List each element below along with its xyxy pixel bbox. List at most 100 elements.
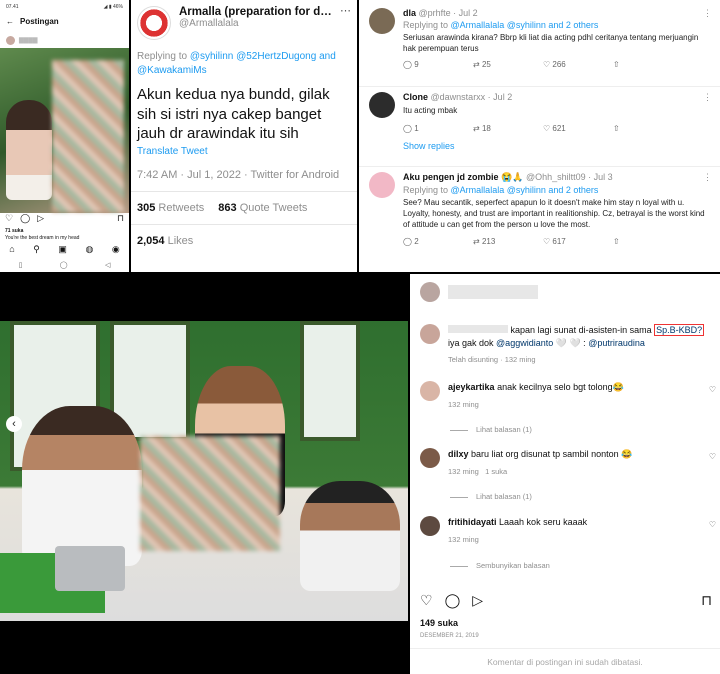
reply-icon: ◯ — [403, 124, 412, 133]
likes-label: Likes — [167, 234, 194, 247]
bookmark-icon[interactable]: ⊓ — [701, 592, 712, 609]
comment-icon[interactable]: ◯ — [445, 592, 461, 609]
retweet-button[interactable]: ⇄ 18 — [473, 124, 543, 133]
divider — [410, 648, 720, 649]
share-icon[interactable]: ▷ — [37, 214, 44, 223]
reply-button[interactable]: ◯ 9 — [403, 60, 473, 69]
avatar[interactable] — [137, 6, 171, 40]
mention-link[interactable]: @aggwidianto — [496, 338, 553, 348]
likes-stat[interactable]: 2,054 Likes — [137, 235, 351, 247]
like-button[interactable]: ♡ 617 — [543, 237, 613, 246]
avatar[interactable] — [369, 172, 395, 198]
replying-mentions[interactable]: @Armallalala @syhilinn and 2 others — [451, 185, 599, 195]
page-title: Postingan — [20, 17, 59, 26]
hashtag[interactable]: Sp.B-KBD? — [654, 324, 705, 336]
reply-tweet[interactable]: Clone @dawnstarxx · Jul 2 ⋮ Itu acting mb… — [369, 92, 712, 151]
like-comment-icon[interactable]: ♡ — [709, 385, 716, 394]
quotes-stat[interactable]: 863 Quote Tweets — [218, 202, 307, 214]
translate-link[interactable]: Translate Tweet — [137, 146, 351, 157]
like-icon[interactable]: ♡ — [420, 592, 433, 609]
prev-icon[interactable]: ‹ — [6, 416, 22, 432]
post-author[interactable] — [420, 282, 538, 302]
user-handle: @dawnstarxx · Jul 2 — [430, 92, 513, 102]
caption-text: kapan lagi sunat di-asisten-in sama Sp.B… — [448, 324, 705, 349]
tweet-meta: 7:42 AM · Jul 1, 2022 · Twitter for Andr… — [137, 168, 340, 181]
likes-count[interactable]: 149 suka — [420, 618, 458, 628]
avatar[interactable] — [369, 8, 395, 34]
divider — [131, 223, 357, 225]
likes-count: 71 suka — [5, 228, 24, 234]
profile-icon[interactable]: ◉ — [112, 244, 120, 255]
shop-icon[interactable]: ◍ — [85, 244, 93, 255]
view-replies-link[interactable]: Lihat balasan (1) — [450, 492, 532, 501]
more-options-icon[interactable]: ⋯ — [340, 6, 351, 40]
retweet-icon: ⇄ — [473, 236, 480, 246]
display-name[interactable]: Armalla (preparation for d… — [179, 6, 332, 18]
back-arrow-icon[interactable]: ← — [6, 17, 14, 26]
retweet-button[interactable]: ⇄ 25 — [473, 60, 543, 69]
reels-icon[interactable]: ▣ — [58, 244, 67, 255]
comment: dilxy baru liat org disunat tp sambil no… — [420, 448, 714, 476]
more-options-icon[interactable]: ⋮ — [703, 8, 712, 19]
comments-disabled-notice: Komentar di postingan ini sudah dibatasi… — [487, 657, 643, 667]
display-name[interactable]: Clone — [403, 92, 428, 102]
reply-button[interactable]: ◯ 2 — [403, 237, 473, 246]
view-replies-link[interactable]: Lihat balasan (1) — [450, 425, 532, 434]
display-name[interactable]: dla — [403, 8, 416, 18]
comment-user[interactable]: dilxy — [448, 449, 469, 459]
avatar — [420, 282, 440, 302]
quotes-label: Quote Tweets — [239, 201, 308, 214]
post-photo[interactable] — [0, 321, 408, 621]
mention-link[interactable]: @putriraudina — [588, 338, 645, 348]
comment-text: Laaah kok seru kaaak — [499, 517, 588, 527]
more-options-icon[interactable]: ⋮ — [703, 172, 712, 183]
retweet-button[interactable]: ⇄ 213 — [473, 237, 543, 246]
reply-tweet[interactable]: dla @prhfte · Jul 2 ⋮ Replying to @Armall… — [369, 8, 712, 69]
like-comment-icon[interactable]: ♡ — [709, 452, 716, 461]
like-button[interactable]: ♡ 266 — [543, 60, 613, 69]
show-replies-link[interactable]: Show replies — [403, 141, 712, 151]
back-button-icon[interactable]: ◁ — [105, 261, 110, 269]
likes-count: 2,054 — [137, 234, 165, 247]
share-icon[interactable]: ⇧ — [613, 60, 683, 69]
comment-user[interactable]: ajeykartika — [448, 382, 495, 392]
retweet-icon: ⇄ — [473, 124, 480, 133]
display-name[interactable]: Aku pengen jd zombie 😭🙏 — [403, 172, 523, 182]
comment-likes[interactable]: 1 suka — [485, 467, 507, 476]
post-header: ← Postingan — [0, 14, 129, 29]
share-icon[interactable]: ⇧ — [613, 124, 683, 133]
post-author[interactable]: ▇▇▇▇ — [6, 36, 37, 45]
search-icon[interactable]: ⚲ — [33, 244, 40, 255]
recents-icon[interactable]: ▯ — [19, 261, 23, 269]
tweet-actions: ◯ 1 ⇄ 18 ♡ 621 ⇧ — [403, 124, 712, 133]
user-handle[interactable]: @Armallalala — [179, 18, 332, 29]
edited-meta: Telah disunting · 132 ming — [448, 355, 536, 365]
avatar[interactable] — [420, 324, 440, 344]
status-icons: ◢ ▮ 46% — [103, 4, 123, 10]
comment-meta: 132 ming — [448, 534, 479, 544]
avatar[interactable] — [369, 92, 395, 118]
metal-tray — [55, 546, 125, 591]
avatar[interactable] — [420, 516, 440, 536]
bookmark-icon[interactable]: ⊓ — [117, 214, 124, 223]
home-button-icon[interactable]: ◯ — [60, 261, 68, 269]
hide-replies-link[interactable]: Sembunyikan balasan — [450, 561, 550, 570]
like-icon[interactable]: ♡ — [5, 214, 13, 223]
like-button[interactable]: ♡ 621 — [543, 124, 613, 133]
share-icon[interactable]: ▷ — [472, 592, 483, 609]
share-icon[interactable]: ⇧ — [613, 237, 683, 246]
username-blurred — [448, 325, 508, 333]
avatar — [6, 36, 15, 45]
retweets-stat[interactable]: 305 Retweets — [137, 202, 204, 214]
comment-icon[interactable]: ◯ — [20, 214, 30, 223]
replying-mentions[interactable]: @Armallalala @syhilinn and 2 others — [451, 20, 599, 30]
replying-to: Replying to @Armallalala @syhilinn and 2… — [403, 185, 712, 195]
home-icon[interactable]: ⌂ — [9, 244, 14, 255]
reply-button[interactable]: ◯ 1 — [403, 124, 473, 133]
more-options-icon[interactable]: ⋮ — [703, 92, 712, 103]
comment-user[interactable]: fritihidayati — [448, 517, 497, 527]
avatar[interactable] — [420, 448, 440, 468]
avatar[interactable] — [420, 381, 440, 401]
reply-tweet[interactable]: Aku pengen jd zombie 😭🙏 @Ohh_shiltt09 · … — [369, 172, 712, 246]
like-comment-icon[interactable]: ♡ — [709, 520, 716, 529]
